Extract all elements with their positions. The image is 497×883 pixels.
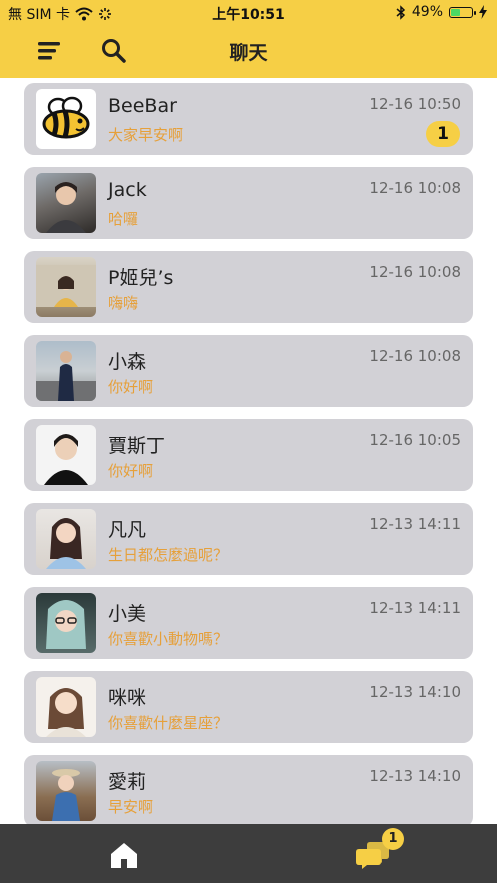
avatar — [36, 593, 96, 653]
chat-message: 早安啊 — [108, 798, 154, 816]
chat-time: 12-13 14:10 — [369, 683, 461, 701]
person-photo — [46, 688, 86, 737]
chat-list: BeeBar 大家早安啊 12-16 10:50 1 Jack 哈囉 12-16… — [0, 78, 497, 824]
chat-time: 12-16 10:50 — [369, 95, 461, 113]
status-bar: 無 SIM 卡 上午10:51 49% — [0, 0, 497, 26]
chat-item[interactable]: 賈斯丁 你好啊 12-16 10:05 — [24, 419, 473, 491]
chat-name: 小森 — [108, 351, 147, 373]
chat-time: 12-16 10:08 — [369, 179, 461, 197]
chat-item[interactable]: 咪咪 你喜歡什麼星座？ 12-13 14:10 — [24, 671, 473, 743]
chat-tab-badge: 1 — [382, 828, 404, 850]
avatar — [36, 89, 96, 149]
battery-fill — [451, 8, 460, 16]
battery-percent: 49% — [411, 4, 443, 20]
chat-time: 12-13 14:10 — [369, 767, 461, 785]
chat-message: 你喜歡什麼星座？ — [108, 714, 229, 732]
person-photo — [36, 351, 96, 401]
chat-item[interactable]: P姬兒’s 嗨嗨 12-16 10:08 — [24, 251, 473, 323]
top-bar: 無 SIM 卡 上午10:51 49% 聊天 — [0, 0, 497, 78]
person-photo — [46, 182, 86, 233]
chat-item[interactable]: 小森 你好啊 12-16 10:08 — [24, 335, 473, 407]
chat-message: 你好啊 — [108, 378, 154, 396]
bluetooth-icon — [396, 4, 405, 20]
bee-logo-icon — [42, 96, 90, 139]
person-photo — [52, 769, 80, 821]
chat-name: 小美 — [108, 603, 147, 625]
chat-message: 大家早安啊 — [108, 126, 184, 144]
avatar — [36, 173, 96, 233]
chat-name: Jack — [108, 179, 147, 201]
person-photo — [36, 265, 96, 307]
chat-message: 你喜歡小動物嗎？ — [108, 630, 229, 648]
person-photo — [44, 434, 88, 485]
chat-name: 賈斯丁 — [108, 435, 166, 457]
chat-name: 咪咪 — [108, 687, 147, 709]
chat-item[interactable]: BeeBar 大家早安啊 12-16 10:50 1 — [24, 83, 473, 155]
avatar — [36, 341, 96, 401]
chat-time: 12-13 14:11 — [369, 515, 461, 533]
chat-time: 12-16 10:08 — [369, 263, 461, 281]
home-icon[interactable] — [108, 841, 140, 869]
chat-item[interactable]: 愛莉 早安啊 12-13 14:10 — [24, 755, 473, 824]
chat-item[interactable]: 小美 你喜歡小動物嗎？ 12-13 14:11 — [24, 587, 473, 659]
chat-message: 你好啊 — [108, 462, 154, 480]
charging-icon — [479, 5, 487, 19]
chat-item[interactable]: 凡凡 生日都怎麼過呢？ 12-13 14:11 — [24, 503, 473, 575]
avatar — [36, 677, 96, 737]
status-right: 49% — [396, 4, 487, 20]
chat-item[interactable]: Jack 哈囉 12-16 10:08 — [24, 167, 473, 239]
avatar — [36, 509, 96, 569]
tab-bar: 1 — [0, 824, 497, 883]
avatar — [36, 257, 96, 317]
chat-time: 12-13 14:11 — [369, 599, 461, 617]
chat-name: P姬兒’s — [108, 267, 174, 289]
chat-message: 哈囉 — [108, 210, 139, 228]
chat-name: 愛莉 — [108, 771, 147, 793]
person-photo — [46, 518, 86, 569]
chat-message: 嗨嗨 — [108, 294, 139, 312]
battery-icon — [449, 6, 476, 18]
unread-badge: 1 — [426, 121, 460, 147]
app-header: 聊天 — [0, 26, 497, 78]
page-title: 聊天 — [229, 42, 268, 64]
avatar — [36, 425, 96, 485]
chat-name: BeeBar — [108, 95, 177, 117]
chat-time: 12-16 10:08 — [369, 347, 461, 365]
chat-time: 12-16 10:05 — [369, 431, 461, 449]
chat-name: 凡凡 — [108, 519, 147, 541]
chat-message: 生日都怎麼過呢？ — [108, 546, 229, 564]
person-photo — [46, 600, 86, 649]
avatar — [36, 761, 96, 821]
